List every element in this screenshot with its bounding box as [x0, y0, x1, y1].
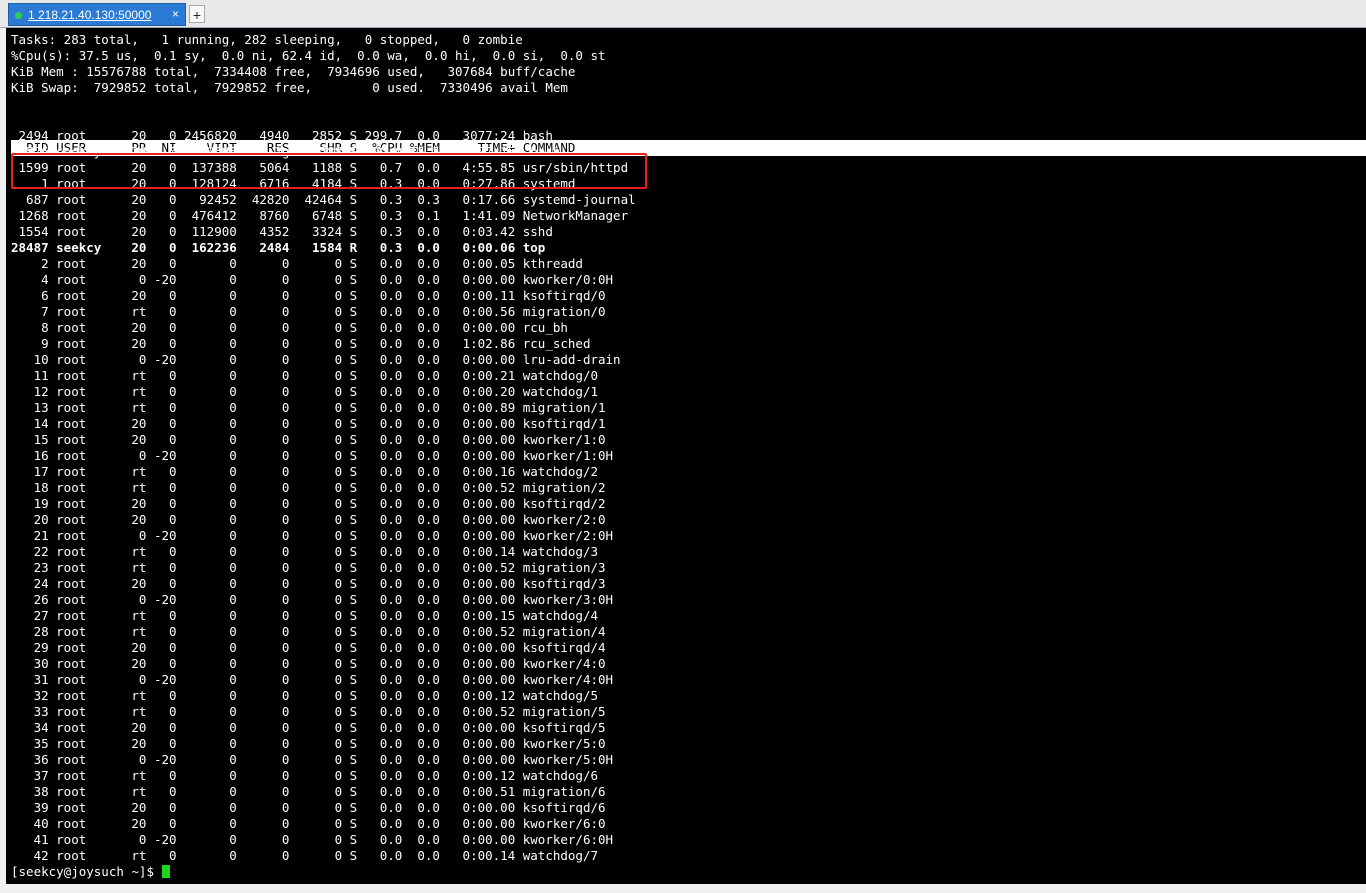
- summary-line: Tasks: 283 total, 1 running, 282 sleepin…: [11, 32, 523, 47]
- process-row: 20 root 20 0 0 0 0 S 0.0 0.0 0:00.00 kwo…: [11, 512, 606, 527]
- prompt-text: [seekcy@joysuch ~]$: [11, 864, 162, 879]
- process-row: 22 root rt 0 0 0 0 S 0.0 0.0 0:00.14 wat…: [11, 544, 598, 559]
- process-row: 27 root rt 0 0 0 0 S 0.0 0.0 0:00.15 wat…: [11, 608, 598, 623]
- process-row: 33 root rt 0 0 0 0 S 0.0 0.0 0:00.52 mig…: [11, 704, 606, 719]
- process-row: 21 root 0 -20 0 0 0 S 0.0 0.0 0:00.00 kw…: [11, 528, 614, 543]
- highlight-box: [11, 153, 647, 189]
- process-row: 7 root rt 0 0 0 0 S 0.0 0.0 0:00.56 migr…: [11, 304, 606, 319]
- process-row: 39 root 20 0 0 0 0 S 0.0 0.0 0:00.00 kso…: [11, 800, 606, 815]
- cursor: [161, 865, 170, 878]
- process-row: 40 root 20 0 0 0 0 S 0.0 0.0 0:00.00 kwo…: [11, 816, 606, 831]
- process-row: 9 root 20 0 0 0 0 S 0.0 0.0 1:02.86 rcu_…: [11, 336, 591, 351]
- process-row: 37 root rt 0 0 0 0 S 0.0 0.0 0:00.12 wat…: [11, 768, 598, 783]
- process-row: 13 root rt 0 0 0 0 S 0.0 0.0 0:00.89 mig…: [11, 400, 606, 415]
- tab-session-1[interactable]: 1 218.21.40.130:50000 ×: [8, 3, 186, 26]
- process-row: 14 root 20 0 0 0 0 S 0.0 0.0 0:00.00 kso…: [11, 416, 606, 431]
- process-row: 35 root 20 0 0 0 0 S 0.0 0.0 0:00.00 kwo…: [11, 736, 606, 751]
- process-row: 6 root 20 0 0 0 0 S 0.0 0.0 0:00.11 ksof…: [11, 288, 606, 303]
- process-row: 8 root 20 0 0 0 0 S 0.0 0.0 0:00.00 rcu_…: [11, 320, 568, 335]
- tab-label: 1 218.21.40.130:50000: [28, 8, 152, 22]
- terminal[interactable]: Tasks: 283 total, 1 running, 282 sleepin…: [0, 28, 1366, 884]
- summary-line: %Cpu(s): 37.5 us, 0.1 sy, 0.0 ni, 62.4 i…: [11, 48, 606, 63]
- process-row: 11 root rt 0 0 0 0 S 0.0 0.0 0:00.21 wat…: [11, 368, 598, 383]
- add-tab-button[interactable]: +: [189, 5, 205, 23]
- shell-prompt[interactable]: [seekcy@joysuch ~]$: [11, 864, 170, 880]
- process-row: 34 root 20 0 0 0 0 S 0.0 0.0 0:00.00 kso…: [11, 720, 606, 735]
- process-row: 17 root rt 0 0 0 0 S 0.0 0.0 0:00.16 wat…: [11, 464, 598, 479]
- process-row: 30 root 20 0 0 0 0 S 0.0 0.0 0:00.00 kwo…: [11, 656, 606, 671]
- process-row: 38 root rt 0 0 0 0 S 0.0 0.0 0:00.51 mig…: [11, 784, 606, 799]
- process-row: 687 root 20 0 92452 42820 42464 S 0.3 0.…: [11, 192, 636, 207]
- process-row: 16 root 0 -20 0 0 0 S 0.0 0.0 0:00.00 kw…: [11, 448, 614, 463]
- process-row: 2 root 20 0 0 0 0 S 0.0 0.0 0:00.05 kthr…: [11, 256, 583, 271]
- process-row: 23 root rt 0 0 0 0 S 0.0 0.0 0:00.52 mig…: [11, 560, 606, 575]
- process-row: 28487 seekcy 20 0 162236 2484 1584 R 0.3…: [11, 240, 546, 255]
- process-row: 28 root rt 0 0 0 0 S 0.0 0.0 0:00.52 mig…: [11, 624, 606, 639]
- process-row: 41 root 0 -20 0 0 0 S 0.0 0.0 0:00.00 kw…: [11, 832, 614, 847]
- status-strip: [0, 884, 1366, 893]
- tab-bar: 1 218.21.40.130:50000 × +: [0, 0, 1366, 28]
- process-row: 10 root 0 -20 0 0 0 S 0.0 0.0 0:00.00 lr…: [11, 352, 621, 367]
- process-row: 18 root rt 0 0 0 0 S 0.0 0.0 0:00.52 mig…: [11, 480, 606, 495]
- process-row: 26 root 0 -20 0 0 0 S 0.0 0.0 0:00.00 kw…: [11, 592, 614, 607]
- process-row: 36 root 0 -20 0 0 0 S 0.0 0.0 0:00.00 kw…: [11, 752, 614, 767]
- process-row: 42 root rt 0 0 0 0 S 0.0 0.0 0:00.14 wat…: [11, 848, 598, 863]
- process-row: 19 root 20 0 0 0 0 S 0.0 0.0 0:00.00 kso…: [11, 496, 606, 511]
- process-row: 2494 root 20 0 2456820 4940 2852 S 299.7…: [11, 128, 553, 143]
- close-tab-icon[interactable]: ×: [172, 7, 179, 21]
- process-row: 1268 root 20 0 476412 8760 6748 S 0.3 0.…: [11, 208, 629, 223]
- process-row: 4 root 0 -20 0 0 0 S 0.0 0.0 0:00.00 kwo…: [11, 272, 614, 287]
- process-row: 24 root 20 0 0 0 0 S 0.0 0.0 0:00.00 kso…: [11, 576, 606, 591]
- process-row: 29 root 20 0 0 0 0 S 0.0 0.0 0:00.00 kso…: [11, 640, 606, 655]
- process-row: 32 root rt 0 0 0 0 S 0.0 0.0 0:00.12 wat…: [11, 688, 598, 703]
- summary-line: KiB Mem : 15576788 total, 7334408 free, …: [11, 64, 576, 79]
- process-row: 12 root rt 0 0 0 0 S 0.0 0.0 0:00.20 wat…: [11, 384, 598, 399]
- left-gutter: [0, 28, 6, 884]
- connection-status-icon: [15, 12, 22, 19]
- process-row: 31 root 0 -20 0 0 0 S 0.0 0.0 0:00.00 kw…: [11, 672, 614, 687]
- summary-line: KiB Swap: 7929852 total, 7929852 free, 0…: [11, 80, 568, 95]
- process-row: 15 root 20 0 0 0 0 S 0.0 0.0 0:00.00 kwo…: [11, 432, 606, 447]
- process-row: 1554 root 20 0 112900 4352 3324 S 0.3 0.…: [11, 224, 553, 239]
